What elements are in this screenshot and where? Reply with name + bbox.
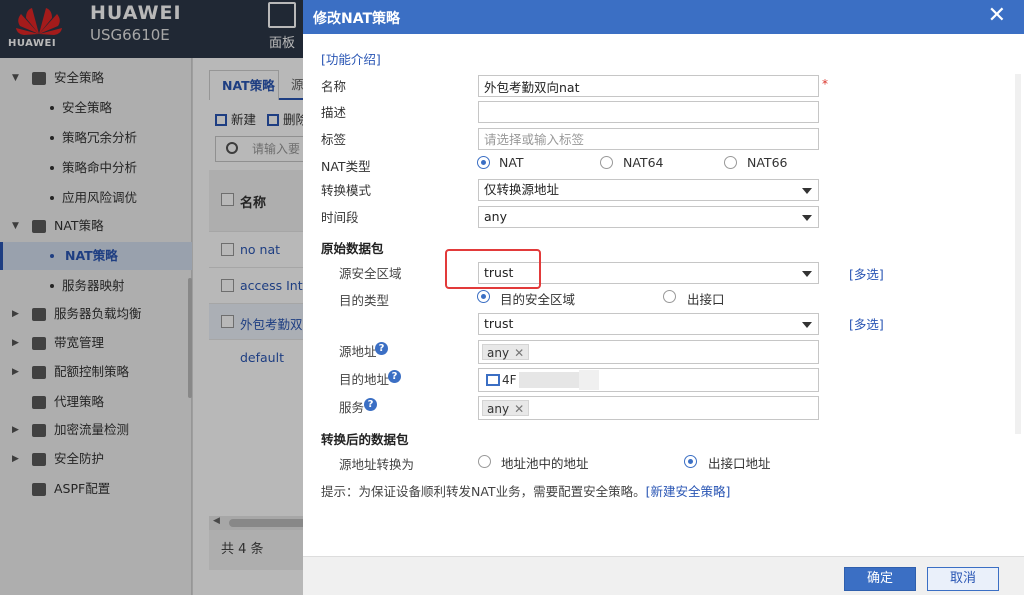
redacted-area [579, 370, 599, 390]
dialog-title: 修改NAT策略 [313, 11, 401, 27]
dialog-header: 修改NAT策略 ✕ [303, 0, 1024, 34]
edit-nat-policy-dialog: 修改NAT策略 ✕ [功能介绍] 名称 * 描述 标签 NAT类型 NAT NA… [303, 0, 1024, 595]
nat-type-nat64-label[interactable]: NAT64 [623, 155, 663, 170]
help-icon[interactable]: ? [388, 370, 401, 383]
nat-type-nat-label[interactable]: NAT [499, 155, 524, 170]
chevron-down-icon [802, 322, 812, 328]
source-translation-label: 源地址转换为 [339, 457, 415, 472]
original-packet-heading: 原始数据包 [321, 241, 384, 256]
cancel-button[interactable]: 取消 [927, 567, 999, 591]
dest-zone-multiselect-link[interactable]: [多选] [849, 314, 884, 333]
hint-text: 提示：为保证设备顺利转发NAT业务，需要配置安全策略。[新建安全策略] [321, 481, 730, 500]
destination-type-label: 目的类型 [339, 293, 390, 308]
source-zone-label: 源安全区域 [339, 266, 402, 281]
remove-icon[interactable]: ✕ [514, 346, 524, 360]
time-range-label: 时间段 [321, 210, 359, 225]
source-address-chip: any ✕ [482, 344, 530, 360]
chip-label: 4F [502, 373, 517, 387]
new-security-policy-link[interactable]: [新建安全策略] [646, 484, 731, 499]
destination-address-chip: 4F [482, 372, 521, 388]
close-icon[interactable]: ✕ [988, 4, 1006, 28]
tag-field[interactable] [478, 128, 819, 150]
translation-mode-select[interactable]: 仅转换源地址 [478, 179, 819, 201]
source-address-field[interactable]: any ✕ [478, 340, 819, 364]
pool-address-radio[interactable] [478, 455, 491, 468]
tag-label: 标签 [321, 132, 347, 147]
redacted-area [519, 372, 579, 388]
chip-label: any [487, 346, 510, 360]
name-label: 名称 [321, 79, 347, 94]
name-field[interactable] [478, 75, 819, 97]
description-field[interactable] [478, 101, 819, 123]
time-range-select[interactable]: any [478, 206, 819, 228]
required-mark: * [822, 77, 828, 91]
chip-label: any [487, 402, 510, 416]
outbound-interface-option-label[interactable]: 出接口 [687, 289, 725, 308]
nat-type-nat66-label[interactable]: NAT66 [747, 155, 787, 170]
translation-mode-value: 仅转换源地址 [484, 182, 560, 197]
chevron-down-icon [802, 188, 812, 194]
dest-zone-option-label[interactable]: 目的安全区域 [500, 289, 575, 308]
help-icon[interactable]: ? [375, 342, 388, 355]
dialog-footer: 确定 取消 [303, 556, 1024, 595]
hint-message: 提示：为保证设备顺利转发NAT业务，需要配置安全策略。 [321, 484, 646, 499]
nat-type-nat66-radio[interactable] [724, 156, 737, 169]
highlight-annotation [445, 249, 541, 289]
help-icon[interactable]: ? [364, 398, 377, 411]
source-address-label: 源地址 [339, 344, 377, 359]
nat-type-nat64-radio[interactable] [600, 156, 613, 169]
service-chip: any ✕ [482, 400, 530, 416]
time-range-value: any [484, 209, 507, 224]
ok-button[interactable]: 确定 [844, 567, 916, 591]
translation-mode-label: 转换模式 [321, 183, 372, 198]
nat-type-label: NAT类型 [321, 159, 371, 174]
dest-zone-radio[interactable] [477, 290, 490, 303]
destination-zone-select[interactable]: trust [478, 313, 819, 335]
nat-type-nat-radio[interactable] [477, 156, 490, 169]
translated-packet-heading: 转换后的数据包 [321, 432, 409, 447]
dialog-body: [功能介绍] 名称 * 描述 标签 NAT类型 NAT NAT64 NAT66 … [303, 34, 1024, 556]
destination-address-label: 目的地址 [339, 372, 390, 387]
outbound-interface-radio[interactable] [663, 290, 676, 303]
service-label: 服务 [339, 400, 365, 415]
chevron-down-icon [802, 271, 812, 277]
chevron-down-icon [802, 215, 812, 221]
source-zone-multiselect-link[interactable]: [多选] [849, 264, 884, 283]
destination-zone-value: trust [484, 316, 514, 331]
pool-address-option-label[interactable]: 地址池中的地址 [501, 453, 589, 472]
remove-icon[interactable]: ✕ [514, 402, 524, 416]
dialog-scrollbar[interactable] [1015, 74, 1021, 434]
interface-address-option-label[interactable]: 出接口地址 [708, 453, 771, 472]
service-field[interactable]: any ✕ [478, 396, 819, 420]
description-label: 描述 [321, 105, 347, 120]
interface-address-radio[interactable] [684, 455, 697, 468]
address-group-icon [486, 374, 500, 386]
destination-address-field[interactable]: 4F [478, 368, 819, 392]
feature-intro-link[interactable]: [功能介绍] [321, 49, 381, 68]
